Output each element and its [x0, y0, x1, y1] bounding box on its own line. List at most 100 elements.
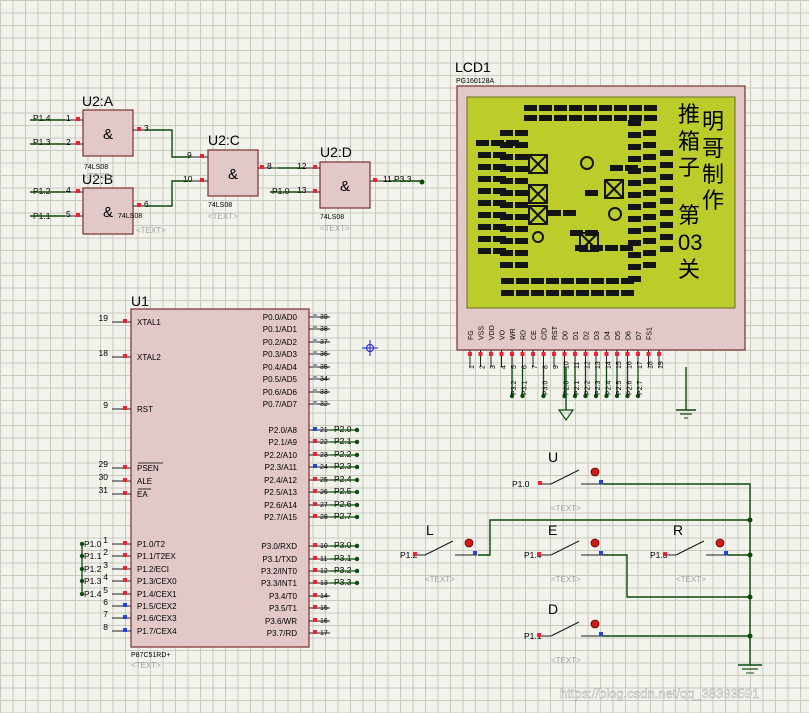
- brick: [569, 115, 582, 121]
- mcu-part: P87C51RD+: [131, 652, 171, 659]
- brick: [628, 252, 641, 258]
- brick: [546, 290, 559, 296]
- brick: [500, 250, 513, 256]
- mcu-pin-name: P2.4/A12: [264, 476, 297, 485]
- mcu-pin-name: P0.1/AD1: [263, 325, 298, 334]
- mcu-net-label: P1.4: [84, 589, 102, 599]
- watermark: https://blog.csdn.net/qq_38393591: [560, 686, 760, 701]
- mcu-pin-number: 22: [320, 439, 328, 446]
- pin-number: 4: [66, 185, 71, 195]
- pushbutton-switch[interactable]: RP1.3<TEXT>: [650, 522, 728, 584]
- switch-button-cap[interactable]: [590, 467, 600, 477]
- pushbutton-switch[interactable]: EP1.4<TEXT>: [524, 522, 603, 584]
- lcd-pin-name: D6: [626, 331, 633, 340]
- gate-ref: U2:C: [208, 132, 240, 148]
- switch-button-cap[interactable]: [590, 538, 600, 548]
- gate-symbol: &: [103, 204, 113, 221]
- brick: [561, 278, 574, 284]
- text-placeholder: <TEXT>: [551, 656, 581, 665]
- pushbutton-switch[interactable]: DP1.1<TEXT>: [524, 601, 603, 665]
- brick: [515, 154, 528, 160]
- mcu-pin-name: P3.2/INT0: [261, 567, 298, 576]
- lcd-pin-name: FS1: [647, 327, 654, 340]
- mcu-pin-number: 25: [320, 477, 328, 484]
- mcu-pin-name: P3.3/INT1: [261, 579, 298, 588]
- mcu-pin-name: XTAL2: [137, 353, 161, 362]
- switch-button-cap[interactable]: [464, 538, 474, 548]
- lcd-pin-number: 19: [658, 361, 665, 369]
- brick: [660, 198, 673, 204]
- switch-button-cap[interactable]: [590, 619, 600, 629]
- mcu-pin-number: 35: [320, 364, 328, 371]
- brick: [515, 250, 528, 256]
- brick: [500, 202, 513, 208]
- brick: [478, 188, 491, 194]
- lcd-char: 子: [678, 155, 700, 180]
- gate-ref: U2:A: [82, 93, 114, 109]
- text-placeholder: <TEXT>: [320, 224, 350, 233]
- brick: [478, 248, 491, 254]
- text-placeholder: <TEXT>: [131, 661, 161, 670]
- gate-part: 74LS08: [118, 213, 142, 220]
- brick: [506, 140, 519, 146]
- lcd-net-label: P2.2: [585, 380, 592, 395]
- brick: [524, 115, 537, 121]
- pin-number: 3: [144, 123, 149, 133]
- mcu-net-label: P3.3: [334, 577, 352, 587]
- mcu-pin-name: PSEN: [137, 464, 159, 473]
- mcu-pin-number: 11: [320, 556, 327, 563]
- gate-u2c[interactable]: & U2:C 74LS08 <TEXT> 9 10 8: [183, 132, 278, 221]
- mcu-pin-number: 15: [320, 605, 328, 612]
- gate-part: 74LS08: [320, 214, 344, 221]
- lcd-pin-name: D2: [584, 331, 591, 340]
- mcu-pin-number: 29: [99, 459, 109, 469]
- brick: [539, 115, 552, 121]
- mcu-pin-name: P2.3/A11: [265, 463, 298, 472]
- brick: [515, 190, 528, 196]
- lcd-pin-number: 4: [501, 365, 508, 369]
- mcu-pin-name: P1.7/CEX4: [137, 627, 177, 636]
- pushbutton-switch[interactable]: LP1.2<TEXT>: [400, 522, 477, 584]
- brick: [614, 105, 627, 111]
- brick: [660, 234, 673, 240]
- switch-ref: L: [426, 522, 434, 538]
- brick: [628, 144, 641, 150]
- gate-u2d[interactable]: & U2:D 74LS08 <TEXT> 12 13 11: [297, 144, 392, 233]
- lcd-char: 推: [678, 102, 700, 127]
- mcu-pin-name: P0.4/AD4: [263, 363, 298, 372]
- gate-u2b[interactable]: & U2:B 74LS08 <TEXT> 4 5 6: [65, 171, 166, 235]
- lcd-net-label: P2.4: [606, 380, 613, 395]
- brick: [660, 210, 673, 216]
- brick: [628, 264, 641, 270]
- mcu-pin-number: 33: [320, 389, 328, 396]
- lcd-net-label: P2.0: [564, 380, 571, 395]
- gate-part: 74LS08: [208, 202, 232, 209]
- mcu-pin-name: P3.4/T0: [269, 592, 298, 601]
- brick: [478, 236, 491, 242]
- mcu-net-label: P2.2: [334, 449, 352, 459]
- brick: [621, 290, 634, 296]
- brick: [643, 202, 656, 208]
- switch-ref: D: [548, 601, 558, 617]
- lcd-pin-name: RST: [552, 325, 559, 340]
- pushbutton-switch[interactable]: U P1.0 <TEXT>: [512, 449, 603, 513]
- mcu-pin-number: 21: [320, 427, 328, 434]
- mcu-u1[interactable]: U1 P87C51RD+ <TEXT> 19 XTAL118 XTAL29 RST29…: [79, 293, 360, 670]
- lcd-module[interactable]: LCD1 PG160128A <TEXT> 推 箱 子 明 哥 制 作 第 03…: [455, 59, 746, 399]
- brick: [660, 174, 673, 180]
- mcu-pin-name: P3.5/T1: [269, 604, 298, 613]
- lcd-pin-name: VDD: [489, 325, 496, 340]
- mcu-pin-name: P3.1/TXD: [262, 555, 297, 564]
- mcu-net-label: P2.7: [334, 511, 352, 521]
- brick: [539, 105, 552, 111]
- brick: [643, 262, 656, 268]
- gate-u2a[interactable]: & U2:A 74LS08 1 2 3: [65, 93, 149, 171]
- mcu-pin-number: 3: [103, 560, 108, 570]
- brick: [606, 290, 619, 296]
- lcd-ref: LCD1: [455, 59, 491, 75]
- brick: [478, 212, 491, 218]
- brick: [476, 140, 489, 146]
- brick: [515, 226, 528, 232]
- gate-ref: U2:D: [320, 144, 352, 160]
- switch-button-cap[interactable]: [715, 538, 725, 548]
